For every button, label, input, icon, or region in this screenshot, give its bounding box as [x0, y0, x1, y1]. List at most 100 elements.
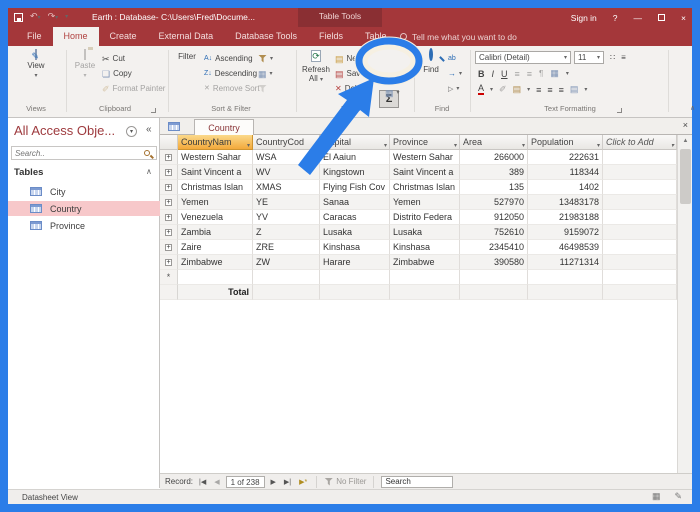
- sort-descending-button[interactable]: Z↓Descending: [204, 67, 257, 80]
- tables-group-header[interactable]: Tables: [14, 167, 43, 178]
- table-cell[interactable]: 135: [460, 180, 528, 195]
- expand-row-icon[interactable]: +: [165, 184, 172, 191]
- tab-file[interactable]: File: [16, 27, 53, 46]
- table-cell[interactable]: Yemen: [178, 195, 253, 210]
- nav-search-input[interactable]: [12, 149, 144, 158]
- table-cell[interactable]: 1402: [528, 180, 603, 195]
- table-cell[interactable]: ZW: [253, 255, 320, 270]
- row-selector[interactable]: +: [160, 165, 178, 180]
- filter-button[interactable]: Filter: [172, 50, 202, 61]
- delete-record-button[interactable]: ✕Delete: [335, 82, 368, 95]
- table-cell[interactable]: Harare: [320, 255, 390, 270]
- table-cell[interactable]: Distrito Federa: [390, 210, 460, 225]
- expand-row-icon[interactable]: +: [165, 259, 172, 266]
- row-selector[interactable]: +: [160, 240, 178, 255]
- find-button[interactable]: Find: [417, 50, 445, 74]
- new-record-button[interactable]: ▤New: [335, 52, 363, 65]
- numbering-icon[interactable]: ≡: [621, 53, 626, 62]
- list-buttons[interactable]: ∷≡: [610, 51, 626, 64]
- document-tab-country[interactable]: Country: [194, 119, 254, 136]
- table-cell[interactable]: 222631: [528, 150, 603, 165]
- expand-row-icon[interactable]: +: [165, 229, 172, 236]
- goto-button[interactable]: →▾: [448, 67, 462, 80]
- collapse-ribbon-icon[interactable]: ∧: [690, 104, 695, 112]
- bold-button[interactable]: B: [478, 69, 485, 79]
- row-selector[interactable]: +: [160, 150, 178, 165]
- refresh-all-button[interactable]: ⟳ RefreshAll ▾: [299, 50, 333, 85]
- total-row-label[interactable]: Total: [178, 285, 253, 300]
- toggle-filter-button[interactable]: [258, 82, 267, 95]
- table-cell[interactable]: [603, 225, 677, 240]
- table-cell[interactable]: Zimbabwe: [178, 255, 253, 270]
- table-cell[interactable]: Christmas Islan: [178, 180, 253, 195]
- expand-row-icon[interactable]: +: [165, 244, 172, 251]
- row-selector[interactable]: +: [160, 195, 178, 210]
- new-record-cell[interactable]: [528, 270, 603, 285]
- last-record-button[interactable]: ▶|: [282, 478, 293, 486]
- column-header-countrycode[interactable]: CountryCod▾: [253, 135, 320, 150]
- row-selector[interactable]: +: [160, 210, 178, 225]
- increase-indent-icon[interactable]: ≡: [527, 69, 532, 79]
- bullets-icon[interactable]: ∷: [610, 53, 615, 62]
- font-color-button[interactable]: A: [478, 84, 484, 95]
- scrollbar-thumb[interactable]: [680, 149, 691, 204]
- new-record-cell[interactable]: [390, 270, 460, 285]
- table-cell[interactable]: 11271314: [528, 255, 603, 270]
- italic-button[interactable]: I: [492, 69, 495, 79]
- gridlines-icon[interactable]: ▦: [550, 68, 559, 79]
- next-record-button[interactable]: ▶: [269, 478, 278, 486]
- sign-in-button[interactable]: Sign in: [571, 13, 597, 23]
- table-cell[interactable]: [603, 180, 677, 195]
- new-record-cell[interactable]: [253, 270, 320, 285]
- tab-home[interactable]: Home: [53, 27, 99, 46]
- nav-menu-icon[interactable]: ▾: [126, 126, 137, 137]
- table-cell[interactable]: 13483178: [528, 195, 603, 210]
- table-cell[interactable]: 2345410: [460, 240, 528, 255]
- row-selector[interactable]: +: [160, 225, 178, 240]
- paste-button[interactable]: Paste▾: [70, 50, 100, 81]
- text-direction-icon[interactable]: ¶: [539, 69, 543, 78]
- new-record-cell[interactable]: [603, 270, 677, 285]
- save-icon[interactable]: [14, 13, 23, 22]
- column-header-click-to-add[interactable]: Click to Add▾: [603, 135, 677, 150]
- column-header-area[interactable]: Area▾: [460, 135, 528, 150]
- table-cell[interactable]: [603, 210, 677, 225]
- table-cell[interactable]: Western Sahar: [178, 150, 253, 165]
- table-cell[interactable]: 21983188: [528, 210, 603, 225]
- table-cell[interactable]: El Aaiun: [320, 150, 390, 165]
- first-record-button[interactable]: |◀: [197, 478, 208, 486]
- tab-create[interactable]: Create: [99, 27, 148, 46]
- table-cell[interactable]: WSA: [253, 150, 320, 165]
- table-cell[interactable]: Venezuela: [178, 210, 253, 225]
- total-row-cell[interactable]: [320, 285, 390, 300]
- cut-button[interactable]: ✂Cut: [102, 52, 125, 65]
- table-cell[interactable]: WV: [253, 165, 320, 180]
- total-row-cell[interactable]: [528, 285, 603, 300]
- table-cell[interactable]: Saint Vincent a: [178, 165, 253, 180]
- table-cell[interactable]: Zaire: [178, 240, 253, 255]
- align-left-button[interactable]: ≡: [536, 85, 541, 95]
- tables-collapse-icon[interactable]: ∧: [146, 167, 152, 176]
- filter-indicator[interactable]: No Filter: [324, 477, 366, 486]
- table-cell[interactable]: 118344: [528, 165, 603, 180]
- sidebar-item-city[interactable]: City: [8, 184, 160, 199]
- table-cell[interactable]: Kinshasa: [320, 240, 390, 255]
- table-cell[interactable]: Yemen: [390, 195, 460, 210]
- table-cell[interactable]: 266000: [460, 150, 528, 165]
- tab-table[interactable]: Table: [354, 27, 398, 46]
- shutter-bar-close-icon[interactable]: «: [146, 124, 152, 135]
- datasheet-view-icon[interactable]: ▦: [652, 491, 661, 502]
- new-blank-record-button[interactable]: ▶*: [297, 478, 309, 486]
- table-cell[interactable]: Lusaka: [390, 225, 460, 240]
- table-cell[interactable]: [603, 195, 677, 210]
- table-cell[interactable]: YE: [253, 195, 320, 210]
- table-cell[interactable]: [603, 240, 677, 255]
- table-cell[interactable]: Western Sahar: [390, 150, 460, 165]
- table-cell[interactable]: Kinshasa: [390, 240, 460, 255]
- table-cell[interactable]: 46498539: [528, 240, 603, 255]
- record-search-input[interactable]: [381, 476, 453, 488]
- total-row-cell[interactable]: [603, 285, 677, 300]
- total-row-cell[interactable]: [253, 285, 320, 300]
- advanced-filter-button[interactable]: ▦▾: [258, 67, 273, 80]
- table-cell[interactable]: 390580: [460, 255, 528, 270]
